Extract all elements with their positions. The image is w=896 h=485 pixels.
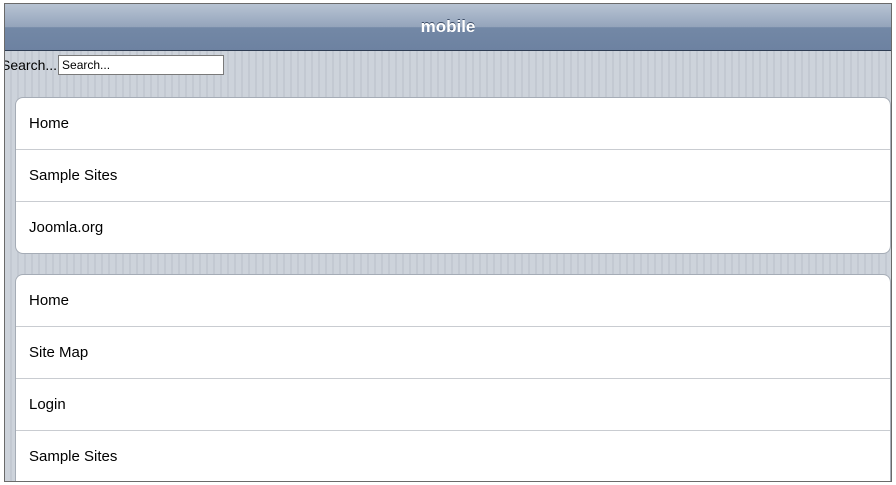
menu-item-site-map[interactable]: Site Map xyxy=(16,326,890,378)
search-form: Search... xyxy=(4,51,891,79)
menu-item-home[interactable]: Home xyxy=(16,275,890,326)
main-menu-list: Home Sample Sites Joomla.org xyxy=(15,97,891,254)
page-title: mobile xyxy=(420,17,476,36)
search-label: Search... xyxy=(4,57,58,73)
mobile-page: mobile Search... Home Sample Sites Jooml… xyxy=(4,3,892,482)
top-toolbar: mobile xyxy=(5,4,891,51)
menu-item-home[interactable]: Home xyxy=(16,98,890,149)
menu-item-sample-sites[interactable]: Sample Sites xyxy=(16,149,890,201)
search-input[interactable] xyxy=(58,55,225,75)
menu-item-joomla-org[interactable]: Joomla.org xyxy=(16,201,890,253)
user-menu-list: Home Site Map Login Sample Sites xyxy=(15,274,891,481)
menu-item-sample-sites[interactable]: Sample Sites xyxy=(16,430,890,481)
menu-item-login[interactable]: Login xyxy=(16,378,890,430)
